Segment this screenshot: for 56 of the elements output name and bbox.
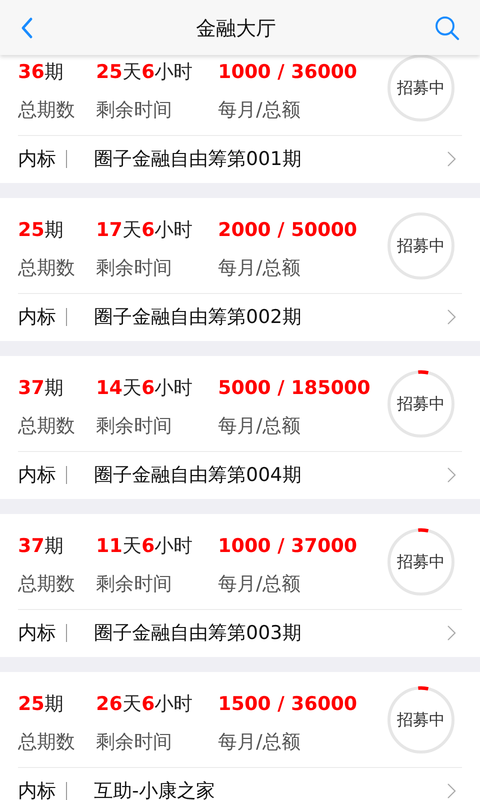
loan-name: 圈子金融自由筹第003期 <box>94 620 302 646</box>
status-label: 招募中 <box>397 551 445 573</box>
field-label: 剩余时间 <box>96 98 173 123</box>
amount: 5000 / 185000 <box>218 376 370 401</box>
tag-label: 内标 <box>18 778 57 800</box>
total-periods: 25期 <box>18 692 64 717</box>
chevron-right-icon <box>447 783 456 799</box>
amount: 2000 / 50000 <box>218 218 358 243</box>
tag-label: 内标 <box>18 146 57 172</box>
loan-name: 圈子金融自由筹第002期 <box>94 304 302 330</box>
field-label: 每月/总额 <box>218 414 300 439</box>
chevron-right-icon <box>447 467 456 483</box>
tag-label: 内标 <box>18 304 57 330</box>
field-label: 总期数 <box>18 98 76 123</box>
field-label: 每月/总额 <box>218 572 300 597</box>
total-periods: 25期 <box>18 218 64 243</box>
loan-name: 圈子金融自由筹第001期 <box>94 146 302 172</box>
total-periods: 36期 <box>18 60 64 85</box>
loan-card[interactable]: 25期 17天6小时 2000 / 50000 总期数 剩余时间 每月/总额 招募中 内标 圈子金融自由筹第002期 <box>0 198 480 341</box>
remaining-time: 17天6小时 <box>96 218 194 243</box>
field-label: 剩余时间 <box>96 730 173 755</box>
status-label: 招募中 <box>397 235 445 257</box>
field-label: 总期数 <box>18 730 76 755</box>
status-label: 招募中 <box>397 709 445 731</box>
status-label: 招募中 <box>397 393 445 415</box>
tag-label: 内标 <box>18 462 57 488</box>
amount: 1000 / 36000 <box>218 60 358 85</box>
loan-name: 互助-小康之家 <box>94 778 216 800</box>
page-title: 金融大厅 <box>196 14 276 42</box>
chevron-right-icon <box>447 625 456 641</box>
remaining-time: 14天6小时 <box>96 376 194 401</box>
field-label: 剩余时间 <box>96 256 173 281</box>
field-label: 剩余时间 <box>96 572 173 597</box>
field-label: 剩余时间 <box>96 414 173 439</box>
field-label: 总期数 <box>18 572 76 597</box>
loan-name: 圈子金融自由筹第004期 <box>94 462 302 488</box>
remaining-time: 11天6小时 <box>96 534 194 559</box>
amount: 1000 / 37000 <box>218 534 358 559</box>
chevron-right-icon <box>447 309 456 325</box>
tag-label: 内标 <box>18 620 57 646</box>
amount: 1500 / 36000 <box>218 692 358 717</box>
loan-card[interactable]: 37期 14天6小时 5000 / 185000 总期数 剩余时间 每月/总额 招募中 内标 圈子金融自由筹第004期 <box>0 356 480 499</box>
field-label: 总期数 <box>18 256 76 281</box>
status-label: 招募中 <box>397 77 445 99</box>
total-periods: 37期 <box>18 376 64 401</box>
remaining-time: 25天6小时 <box>96 60 194 85</box>
remaining-time: 26天6小时 <box>96 692 194 717</box>
total-periods: 37期 <box>18 534 64 559</box>
field-label: 总期数 <box>18 414 76 439</box>
field-label: 每月/总额 <box>218 730 300 755</box>
loan-card[interactable]: 25期 26天6小时 1500 / 36000 总期数 剩余时间 每月/总额 招募中 内标 互助-小康之家 <box>0 672 480 800</box>
chevron-right-icon <box>447 151 456 167</box>
loan-card[interactable]: 37期 11天6小时 1000 / 37000 总期数 剩余时间 每月/总额 招募中 内标 圈子金融自由筹第003期 <box>0 514 480 657</box>
field-label: 每月/总额 <box>218 256 300 281</box>
loan-card[interactable]: 36期 25天6小时 1000 / 36000 总期数 剩余时间 每月/总额 招募中 内标 圈子金融自由筹第001期 <box>0 55 480 183</box>
field-label: 每月/总额 <box>218 98 300 123</box>
